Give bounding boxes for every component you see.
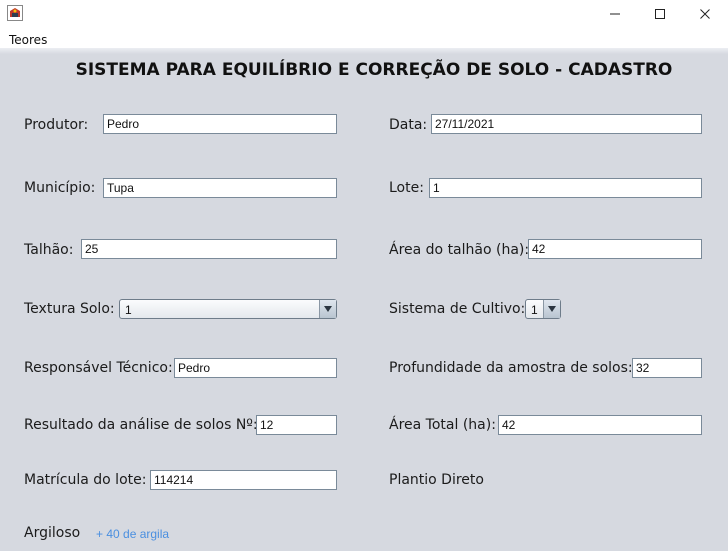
profundidade-label: Profundidade da amostra de solos: — [389, 360, 633, 376]
textura-solo-select[interactable]: 1 — [119, 299, 337, 319]
textura-solo-value: 1 — [125, 303, 132, 317]
page-title: SISTEMA PARA EQUILÍBRIO E CORREÇÃO DE SO… — [75, 60, 673, 80]
minimize-icon — [610, 13, 620, 15]
sistema-cultivo-select[interactable]: 1 — [525, 299, 561, 319]
responsavel-field[interactable]: Pedro — [174, 358, 337, 378]
cultivo-text: Plantio Direto — [389, 472, 484, 488]
textura-solo-label: Textura Solo: — [24, 301, 115, 317]
area-total-field[interactable]: 42 — [498, 415, 702, 435]
area-talhao-field[interactable]: 42 — [528, 239, 702, 259]
chevron-down-icon[interactable] — [543, 300, 560, 318]
profundidade-field[interactable]: 32 — [632, 358, 702, 378]
menu-shadow — [0, 48, 728, 54]
matricula-label: Matrícula do lote: — [24, 472, 147, 488]
talhao-field[interactable]: 25 — [81, 239, 337, 259]
menu-teores[interactable]: Teores — [9, 33, 47, 48]
sistema-cultivo-value: 1 — [531, 303, 538, 317]
lote-field[interactable]: 1 — [429, 178, 702, 198]
chevron-down-icon[interactable] — [319, 300, 336, 318]
area-talhao-label: Área do talhão (ha): — [389, 242, 530, 258]
produtor-label: Produtor: — [24, 117, 89, 133]
matricula-field[interactable]: 114214 — [150, 470, 337, 490]
minimize-button[interactable] — [592, 0, 638, 28]
title-bar — [0, 0, 728, 32]
municipio-field[interactable]: Tupa — [103, 178, 337, 198]
close-button[interactable] — [682, 0, 728, 28]
data-label: Data: — [389, 117, 428, 133]
area-total-label: Área Total (ha): — [389, 417, 496, 433]
talhao-label: Talhão: — [24, 242, 74, 258]
close-icon — [700, 9, 710, 19]
textura-text: Argiloso — [24, 525, 81, 541]
java-cup-icon — [7, 5, 23, 21]
maximize-button[interactable] — [637, 0, 683, 28]
produtor-field[interactable]: Pedro — [103, 114, 337, 134]
sistema-cultivo-label: Sistema de Cultivo: — [389, 301, 526, 317]
lote-label: Lote: — [389, 180, 424, 196]
maximize-icon — [655, 9, 665, 19]
resultado-field[interactable]: 12 — [256, 415, 337, 435]
resultado-label: Resultado da análise de solos Nº: — [24, 417, 258, 433]
menu-bar: Teores — [0, 32, 728, 48]
responsavel-label: Responsável Técnico: — [24, 360, 173, 376]
municipio-label: Município: — [24, 180, 96, 196]
textura-note: + 40 de argila — [96, 527, 170, 541]
data-field[interactable]: 27/11/2021 — [431, 114, 702, 134]
